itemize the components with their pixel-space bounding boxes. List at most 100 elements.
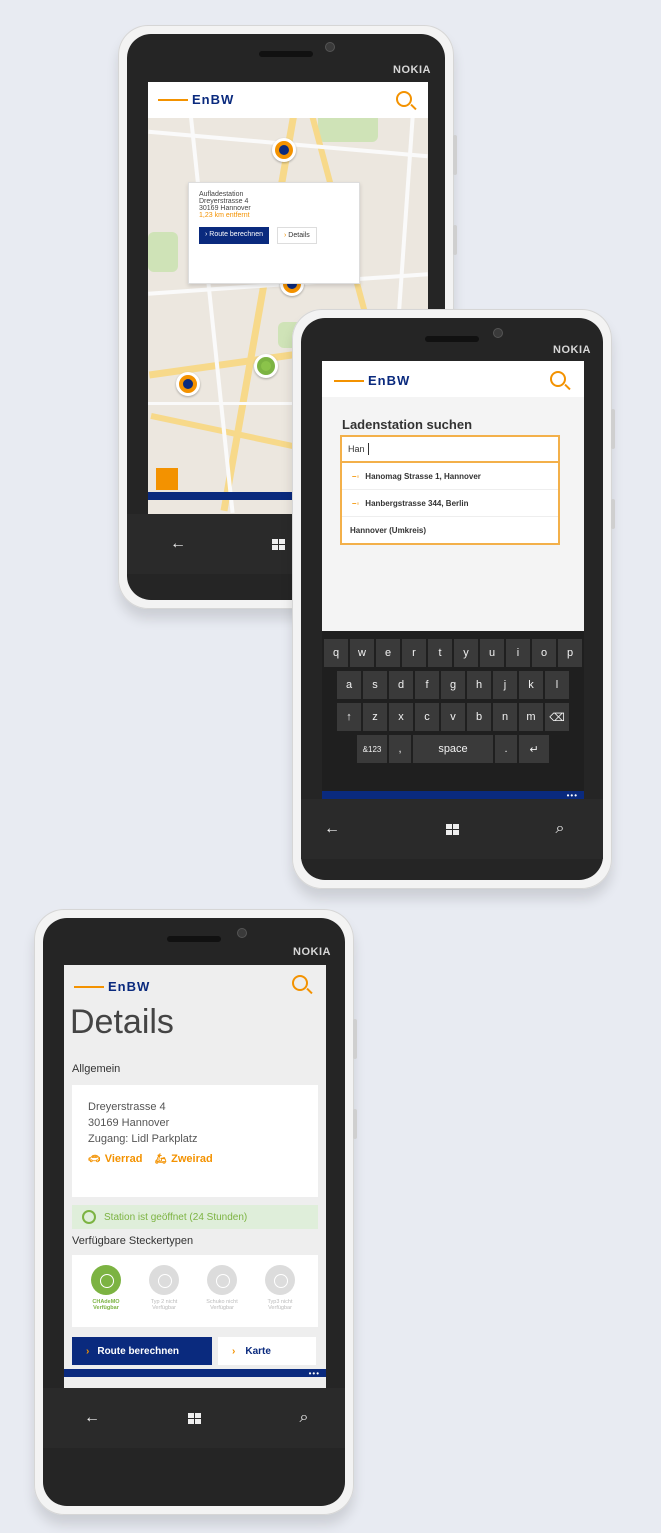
key[interactable]: e bbox=[376, 639, 400, 667]
popup-details-button[interactable]: › Details bbox=[277, 227, 317, 244]
address-access: Zugang: Lidl Parkplatz bbox=[88, 1133, 198, 1145]
search-icon[interactable] bbox=[550, 371, 566, 387]
address-line: 30169 Hannover bbox=[88, 1117, 170, 1129]
camera bbox=[237, 928, 247, 938]
search-icon[interactable] bbox=[396, 91, 412, 107]
search-input[interactable]: Han bbox=[342, 437, 558, 463]
key[interactable]: n bbox=[493, 703, 517, 731]
app-header: EnBW bbox=[64, 965, 326, 1001]
plug-icon bbox=[207, 1265, 237, 1295]
page-title: Details bbox=[70, 1003, 174, 1041]
map-button[interactable]: › Karte bbox=[218, 1337, 316, 1365]
key[interactable]: o bbox=[532, 639, 556, 667]
search-icon[interactable] bbox=[292, 975, 308, 991]
key[interactable]: w bbox=[350, 639, 374, 667]
key[interactable]: i bbox=[506, 639, 530, 667]
key[interactable]: z bbox=[363, 703, 387, 731]
route-button[interactable]: › Route berechnen bbox=[72, 1337, 212, 1365]
plugs-card: CHAdeMO Verfügbar Typ 2 nicht Verfügbar Sc… bbox=[72, 1255, 318, 1327]
more-dots[interactable]: ••• bbox=[567, 791, 578, 799]
key[interactable]: x bbox=[389, 703, 413, 731]
phone-bezel: NOKIA EnBW Details Allgemein Dreyerstras… bbox=[43, 918, 345, 1506]
key[interactable]: p bbox=[558, 639, 582, 667]
plug-type2[interactable]: Typ 2 nicht Verfügbar bbox=[140, 1265, 188, 1311]
key[interactable]: space bbox=[413, 735, 493, 763]
plug-type3[interactable]: Typ3 nicht Verfügbar bbox=[256, 1265, 304, 1311]
brand-label: NOKIA bbox=[293, 946, 331, 958]
key[interactable]: u bbox=[480, 639, 504, 667]
plug-icon bbox=[91, 1265, 121, 1295]
key[interactable]: ↑ bbox=[337, 703, 361, 731]
speaker bbox=[425, 336, 479, 342]
search-screen: EnBW Ladenstation suchen Han –◦ Hanomag S… bbox=[322, 361, 584, 799]
key[interactable]: &123 bbox=[357, 735, 387, 763]
popup-route-button[interactable]: › Route berechnen bbox=[199, 227, 269, 244]
section-general: Allgemein bbox=[72, 1063, 121, 1075]
stage: NOKIA EnBW Aufladestation Dreyerstrasse … bbox=[0, 0, 661, 1533]
search-nav-button[interactable]: ⌕ bbox=[279, 1388, 329, 1448]
locate-button[interactable] bbox=[156, 468, 178, 490]
plug-icon bbox=[265, 1265, 295, 1295]
key[interactable]: ⌫ bbox=[545, 703, 569, 731]
back-button[interactable]: ← bbox=[307, 799, 357, 859]
key[interactable]: h bbox=[467, 671, 491, 699]
windows-button[interactable] bbox=[427, 799, 477, 859]
brand-label: NOKIA bbox=[393, 64, 431, 76]
key[interactable]: a bbox=[337, 671, 361, 699]
vehicle-car: 🚗︎ Vierrad bbox=[88, 1153, 143, 1165]
key[interactable]: s bbox=[363, 671, 387, 699]
status-open: Station ist geöffnet (24 Stunden) bbox=[72, 1205, 318, 1229]
key[interactable]: j bbox=[493, 671, 517, 699]
key-row-1: qwertyuiop bbox=[322, 639, 584, 667]
key-row-3: ↑ z x c v b n m ⌫ bbox=[322, 703, 584, 731]
popup-street: Dreyerstrasse 4 bbox=[199, 198, 249, 205]
plug-chademo[interactable]: CHAdeMO Verfügbar bbox=[82, 1265, 130, 1311]
windows-button[interactable] bbox=[169, 1388, 219, 1448]
back-button[interactable]: ← bbox=[67, 1388, 117, 1448]
map-marker[interactable] bbox=[176, 372, 200, 396]
search-nav-button[interactable]: ⌕ bbox=[535, 799, 585, 859]
key[interactable]: q bbox=[324, 639, 348, 667]
suggestion-item[interactable]: Hannover (Umkreis) bbox=[342, 517, 558, 543]
windows-icon bbox=[187, 1412, 201, 1424]
key[interactable]: , bbox=[389, 735, 411, 763]
key[interactable]: l bbox=[545, 671, 569, 699]
suggestion-item[interactable]: –◦ Hanomag Strasse 1, Hannover bbox=[342, 463, 558, 490]
phone-search: NOKIA EnBW Ladenstation suchen Han –◦ Han… bbox=[292, 309, 615, 889]
address-line: Dreyerstrasse 4 bbox=[88, 1101, 166, 1113]
camera bbox=[325, 42, 335, 52]
address-card: Dreyerstrasse 4 30169 Hannover Zugang: L… bbox=[72, 1085, 318, 1197]
key[interactable]: v bbox=[441, 703, 465, 731]
back-button[interactable]: ← bbox=[153, 514, 203, 574]
search-title: Ladenstation suchen bbox=[342, 417, 473, 432]
key[interactable]: c bbox=[415, 703, 439, 731]
key[interactable]: t bbox=[428, 639, 452, 667]
key[interactable]: . bbox=[495, 735, 517, 763]
map-marker[interactable] bbox=[272, 138, 296, 162]
key[interactable]: y bbox=[454, 639, 478, 667]
pin-icon: –◦ bbox=[352, 471, 360, 481]
key[interactable]: f bbox=[415, 671, 439, 699]
key[interactable]: r bbox=[402, 639, 426, 667]
keyboard: qwertyuiop asdfghjkl ↑ z x c v b n m ⌫ &123, spac… bbox=[322, 631, 584, 791]
enbw-logo: EnBW bbox=[158, 92, 234, 107]
key[interactable]: d bbox=[389, 671, 413, 699]
enbw-logo: EnBW bbox=[74, 979, 150, 994]
key[interactable]: g bbox=[441, 671, 465, 699]
plug-icon bbox=[149, 1265, 179, 1295]
plug-schuko[interactable]: Schuko nicht Verfügbar bbox=[198, 1265, 246, 1311]
popup-title: Aufladestation bbox=[199, 191, 244, 198]
app-header: EnBW bbox=[148, 82, 428, 118]
key-row-4: &123, space. ↵ bbox=[322, 735, 584, 763]
key[interactable]: ↵ bbox=[519, 735, 549, 763]
station-popup: Aufladestation Dreyerstrasse 4 30169 Han… bbox=[188, 182, 360, 284]
key[interactable]: b bbox=[467, 703, 491, 731]
key[interactable]: m bbox=[519, 703, 543, 731]
suggestion-item[interactable]: –◦ Hanbergstrasse 344, Berlin bbox=[342, 490, 558, 517]
more-dots[interactable]: ••• bbox=[309, 1369, 320, 1378]
key[interactable]: k bbox=[519, 671, 543, 699]
phone-bezel: NOKIA EnBW Ladenstation suchen Han –◦ Han… bbox=[301, 318, 603, 880]
map-marker-available[interactable] bbox=[254, 354, 278, 378]
camera bbox=[493, 328, 503, 338]
windows-icon bbox=[271, 538, 285, 550]
